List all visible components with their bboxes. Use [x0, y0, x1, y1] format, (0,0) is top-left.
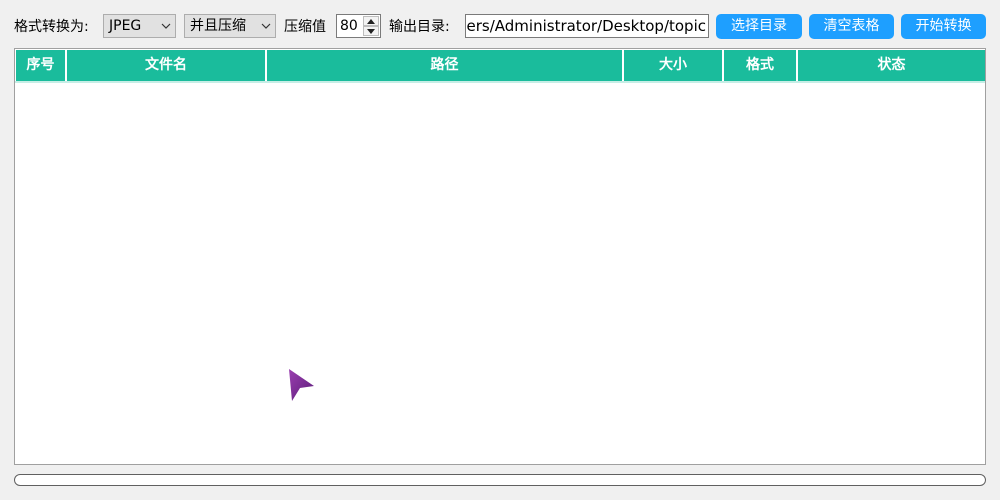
quality-value[interactable]: 80 [340, 15, 358, 37]
caret-up-icon [367, 19, 375, 24]
progress-bar [14, 474, 986, 486]
format-select[interactable]: JPEG [103, 14, 176, 38]
format-select-value: JPEG [109, 18, 142, 34]
quality-spinbox[interactable]: 80 [336, 14, 381, 38]
column-header-path[interactable]: 路径 [267, 50, 624, 81]
column-header-filename[interactable]: 文件名 [67, 50, 267, 81]
column-header-status[interactable]: 状态 [798, 50, 985, 81]
clear-table-button[interactable]: 清空表格 [809, 14, 894, 39]
start-convert-button[interactable]: 开始转换 [901, 14, 986, 39]
column-header-size[interactable]: 大小 [624, 50, 724, 81]
spin-up-button[interactable] [363, 16, 379, 26]
column-header-index[interactable]: 序号 [16, 50, 67, 81]
column-header-format[interactable]: 格式 [724, 50, 798, 81]
table-body[interactable] [15, 83, 985, 464]
output-dir-label: 输出目录: [389, 19, 450, 35]
spin-buttons [363, 16, 379, 36]
format-label: 格式转换为: [14, 19, 89, 35]
arrow-cursor-icon [289, 369, 314, 401]
table-header: 序号 文件名 路径 大小 格式 状态 [15, 49, 985, 83]
mode-select-value: 并且压缩 [190, 18, 246, 34]
mode-select[interactable]: 并且压缩 [184, 14, 276, 38]
output-dir-input[interactable]: C:/Users/Administrator/Desktop/topic [465, 14, 709, 38]
quality-label: 压缩值 [284, 19, 326, 35]
choose-dir-button[interactable]: 选择目录 [716, 14, 802, 39]
chevron-down-icon [161, 23, 171, 29]
output-dir-value[interactable]: C:/Users/Administrator/Desktop/topic [466, 15, 708, 37]
chevron-down-icon [261, 23, 271, 29]
toolbar: 格式转换为: JPEG 并且压缩 压缩值 80 输出目录: ers/Admini… [0, 12, 1000, 42]
app-window: 格式转换为: JPEG 并且压缩 压缩值 80 输出目录: ers/Admini… [0, 0, 1000, 500]
caret-down-icon [367, 29, 375, 34]
spin-down-button[interactable] [363, 26, 379, 36]
file-table[interactable]: 序号 文件名 路径 大小 格式 状态 [14, 48, 986, 465]
